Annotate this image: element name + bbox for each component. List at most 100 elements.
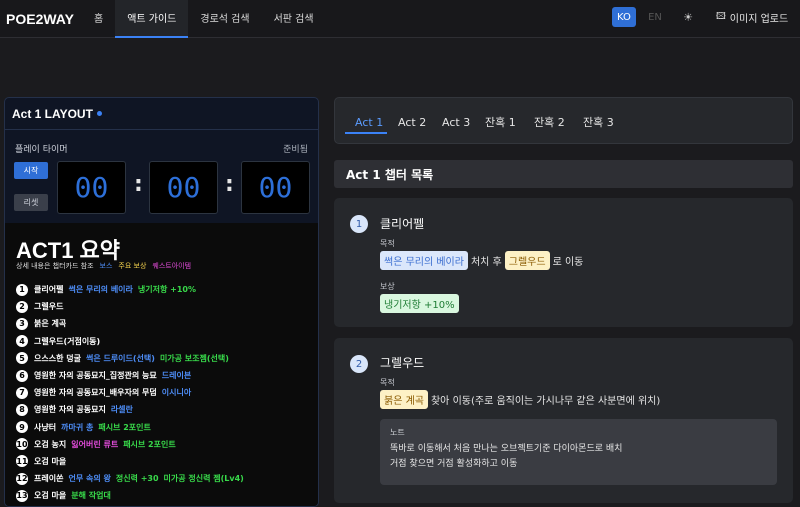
step-name: 오검 마을 <box>34 491 67 501</box>
chapter-number: 1 <box>350 215 368 233</box>
step-name: 클리어펠 <box>34 285 64 295</box>
step-number: 5 <box>16 352 28 365</box>
active-tab-indicator <box>345 132 387 134</box>
tab-cruel-3[interactable]: 잔혹 3 <box>583 112 614 132</box>
location-tag: 그렐우드 <box>504 251 550 270</box>
image-icon: 🖾 <box>716 12 726 22</box>
step-boss: 까마귀 총 <box>61 422 94 432</box>
timer-status: 준비됨 <box>283 145 308 155</box>
image-upload-button[interactable]: 🖾 이미지 업로드 <box>716 7 788 27</box>
summary-legend: 상세 내용은 챕터카드 참조 보스 주요 보상 퀘스트아이템 <box>16 261 191 271</box>
step-number: 1 <box>16 283 28 296</box>
reward-line: 냉기저항 +10% <box>380 294 459 313</box>
nav-tab-tablet-search[interactable]: 서판 검색 <box>262 0 326 38</box>
step-number: 9 <box>16 421 28 434</box>
summary-step: 10 오검 농지 잃어버린 류트 패시브 2포인트 <box>16 436 316 453</box>
step-name: 붉은 계곡 <box>34 319 67 329</box>
step-name: 사냥터 <box>34 422 57 432</box>
layout-panel-header: Act 1 LAYOUT <box>5 98 318 130</box>
step-number: 11 <box>16 455 28 468</box>
step-number: 3 <box>16 317 28 330</box>
summary-step: 12 프레이쏜 언무 속의 왕 정신력 +30 미가공 정신력 젬(Lv4) <box>16 470 316 487</box>
summary-step: 11 오검 마을 <box>16 453 316 470</box>
legend-boss: 보스 <box>99 262 113 270</box>
goal-end: 로 이동 <box>552 257 584 268</box>
step-number: 8 <box>16 403 28 416</box>
step-boss: 드레이븐 <box>161 371 192 381</box>
step-boss: 썩은 드루이드(선택) <box>85 353 155 363</box>
step-name: 오검 마을 <box>34 456 67 466</box>
timer-hours: 00 <box>57 161 126 214</box>
summary-step-list: 1 클리어펠 썩은 무리의 베이라 냉기저항 +10% 2 그렐우드 3 붉은 계곡 4그… <box>16 281 316 504</box>
top-navbar: POE2WAY 홈 액트 가이드 경로석 검색 서판 검색 KO EN ☀ 🖾 … <box>0 0 800 38</box>
chapter-number: 2 <box>350 355 368 373</box>
reward-tag: 냉기저항 +10% <box>380 294 459 313</box>
chapter-card: 2 그렐우드 목적 붉은 계곡 찾아 이동(주로 움직이는 가시나무 같은 사분… <box>334 338 793 503</box>
chapter-card: 1 클리어펠 목적 썩은 무리의 베이라 처치 후 그렐우드 로 이동 보상 냉… <box>334 198 793 327</box>
legend-quest-item: 퀘스트아이템 <box>152 262 192 270</box>
step-reward: 패시브 2포인트 <box>98 422 151 432</box>
summary-step: 13 오검 마을 분해 작업대 <box>16 487 316 504</box>
step-number: 2 <box>16 300 28 313</box>
brand-logo[interactable]: POE2WAY <box>6 11 76 27</box>
tab-act-3[interactable]: Act 3 <box>442 112 470 132</box>
nav-tab-act-guide[interactable]: 액트 가이드 <box>115 0 189 38</box>
lang-ko-button[interactable]: KO <box>612 7 636 27</box>
step-name: 영원한 자의 공동묘지 <box>34 405 106 415</box>
step-number: 12 <box>16 472 28 485</box>
timer-start-button[interactable]: 시작 <box>14 162 48 179</box>
chapter-title: 그렐우드 <box>380 356 425 370</box>
nav-tab-home[interactable]: 홈 <box>82 0 115 38</box>
chapter-list-header: Act 1 챕터 목록 <box>334 160 793 188</box>
status-dot-icon <box>96 111 102 116</box>
step-reward: 미가공 보조젬(선택) <box>159 353 229 363</box>
boss-tag: 썩은 무리의 베이라 <box>380 251 468 270</box>
location-tag: 붉은 계곡 <box>380 390 428 409</box>
step-number: 7 <box>16 386 28 399</box>
chapter-note: 노트 똑바로 이동해서 처음 만나는 오브젝트기준 다이아몬드로 배치 거점 찾… <box>380 419 777 485</box>
step-reward: 패시브 2포인트 <box>123 439 176 449</box>
act-tab-bar: Act 1 Act 2 Act 3 잔혹 1 잔혹 2 잔혹 3 <box>334 97 793 144</box>
summary-step: 9 사냥터 까마귀 총 패시브 2포인트 <box>16 419 316 436</box>
summary-subtitle: 상세 내용은 챕터카드 참조 <box>16 262 94 270</box>
summary-step: 2 그렐우드 <box>16 298 316 315</box>
step-number: 4 <box>16 335 28 348</box>
tab-act-1[interactable]: Act 1 <box>355 112 383 132</box>
step-number: 13 <box>16 489 28 502</box>
summary-step: 3 붉은 계곡 <box>16 315 316 332</box>
tab-act-2[interactable]: Act 2 <box>398 112 426 132</box>
note-line: 똑바로 이동해서 처음 만나는 오브젝트기준 다이아몬드로 배치 <box>390 444 623 454</box>
step-boss: 썩은 무리의 베이라 <box>68 285 133 295</box>
step-name: 프레이쏜 <box>34 474 64 484</box>
summary-step: 1 클리어펠 썩은 무리의 베이라 냉기저항 +10% <box>16 281 316 298</box>
step-number: 6 <box>16 369 28 382</box>
nav-tab-waystone-search[interactable]: 경로석 검색 <box>188 0 261 38</box>
summary-step: 7 영원한 자의 공동묘지_배우자의 무덤 이시니아 <box>16 384 316 401</box>
image-upload-label: 이미지 업로드 <box>729 13 789 25</box>
step-name: 영원한 자의 공동묘지_배우자의 무덤 <box>34 388 157 398</box>
act-summary: ACT1 요약 상세 내용은 챕터카드 참조 보스 주요 보상 퀘스트아이템 1… <box>5 223 318 506</box>
step-name: 그렐우드(거점이동) <box>34 336 101 346</box>
timer-reset-button[interactable]: 리셋 <box>14 194 48 211</box>
tab-cruel-1[interactable]: 잔혹 1 <box>485 112 516 132</box>
theme-toggle-icon[interactable]: ☀ <box>680 7 696 27</box>
step-name: 으스스한 덩굴 <box>34 353 81 363</box>
summary-step: 8 영원한 자의 공동묘지 라셀란 <box>16 401 316 418</box>
lang-en-button[interactable]: EN <box>643 7 667 27</box>
step-name: 오검 농지 <box>34 439 67 449</box>
step-number: 10 <box>16 438 28 451</box>
step-name: 영원한 자의 공동묘지_집정관의 능묘 <box>34 371 157 381</box>
goal-mid: 처치 후 <box>470 257 502 268</box>
step-boss: 라셀란 <box>110 405 133 415</box>
legend-reward: 주요 보상 <box>118 262 147 270</box>
summary-step: 5 으스스한 덩굴 썩은 드루이드(선택) 미가공 보조젬(선택) <box>16 350 316 367</box>
step-boss: 언무 속의 왕 <box>68 474 111 484</box>
step-reward: 분해 작업대 <box>71 491 111 501</box>
goal-label: 목적 <box>380 378 395 387</box>
chapter-title: 클리어펠 <box>380 217 425 231</box>
nav-tabs: 홈 액트 가이드 경로석 검색 서판 검색 <box>82 0 326 38</box>
timer-seconds: 00 <box>241 161 310 214</box>
summary-step: 6 영원한 자의 공동묘지_집정관의 능묘 드레이븐 <box>16 367 316 384</box>
step-reward: 미가공 정신력 젬(Lv4) <box>163 474 244 484</box>
tab-cruel-2[interactable]: 잔혹 2 <box>534 112 565 132</box>
